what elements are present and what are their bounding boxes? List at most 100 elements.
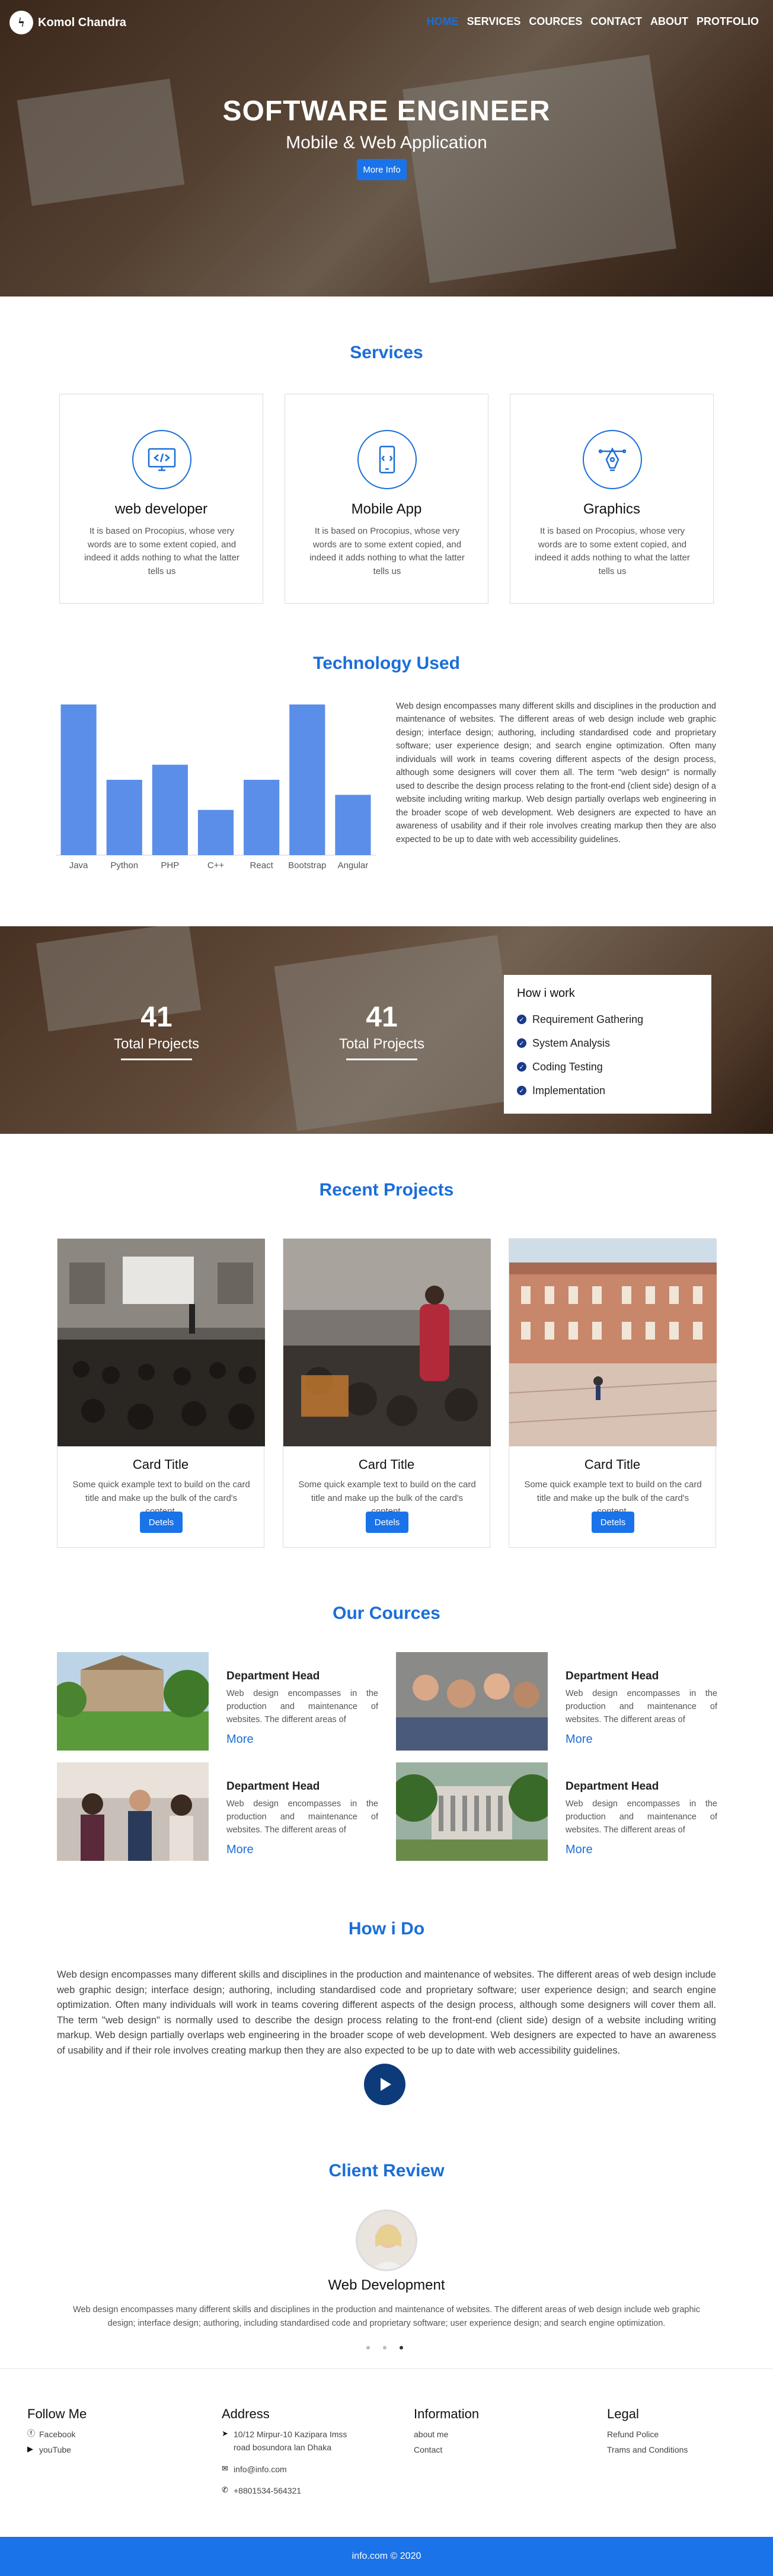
courses-title: Our Cources: [333, 1603, 440, 1623]
service-text: It is based on Procopius, whose very wor…: [309, 526, 465, 576]
contact-link[interactable]: Contact: [414, 2443, 568, 2456]
nav-contact[interactable]: CONTACT: [590, 15, 642, 28]
more-info-button[interactable]: More Info: [357, 159, 407, 180]
reviewer-avatar: [356, 2210, 417, 2271]
how-i-work-card: How i work ✓ Requirement Gathering ✓ Syste…: [504, 975, 711, 1114]
service-title: Graphics: [583, 501, 641, 517]
logo-icon: ϟ: [9, 11, 33, 34]
carousel-dot-active[interactable]: [400, 2346, 403, 2349]
course-title: Department Head: [226, 1670, 320, 1682]
technology-text: Web design encompasses many different sk…: [396, 702, 716, 844]
course-text: Web design encompasses in the production…: [566, 1689, 717, 1724]
nav-portfolio[interactable]: PROTFOLIO: [697, 15, 759, 28]
service-text: It is based on Procopius, whose very wor…: [535, 526, 690, 576]
hero-title: SOFTWARE ENGINEER: [222, 95, 551, 127]
course-title: Department Head: [566, 1780, 659, 1793]
carousel-dot[interactable]: [366, 2346, 370, 2349]
course-title: Department Head: [226, 1780, 320, 1793]
about-me-link[interactable]: about me: [414, 2428, 568, 2441]
chart-bar-bootstrap: [289, 704, 325, 855]
stat-total-projects: 41 Total Projects: [97, 1001, 216, 1060]
technology-bar-chart: Java Python PHP C++ React Bootstrap Angular: [56, 704, 376, 871]
project-image-campus-building: [509, 1239, 717, 1446]
how-i-work-title: How i work: [517, 987, 575, 1000]
nav-services[interactable]: SERVICES: [467, 15, 521, 28]
check-icon: ✓: [517, 1086, 526, 1095]
details-button[interactable]: Detels: [366, 1512, 408, 1533]
brand-name: Komol Chandra: [38, 15, 126, 29]
envelope-icon: ✉: [222, 2463, 228, 2473]
course-item: Department Head Web design encompasses i…: [57, 1652, 386, 1751]
stat-number: 41: [366, 1002, 398, 1033]
email-text: info@info.com: [234, 2464, 287, 2474]
details-button[interactable]: Detels: [140, 1512, 183, 1533]
phone-line[interactable]: ✆ +8801534-564321: [222, 2484, 364, 2497]
chart-tick-label: Java: [69, 860, 88, 871]
mobile-phone-icon: [357, 430, 417, 489]
email-line[interactable]: ✉ info@info.com: [222, 2463, 364, 2476]
phone-icon: ✆: [222, 2485, 228, 2495]
course-more-link[interactable]: More: [226, 1733, 254, 1746]
chart-bar-c: [197, 809, 234, 855]
footer-follow: Follow Me ⓕ Facebook ▶ youTube: [27, 2406, 181, 2459]
stat-number: 41: [140, 1002, 173, 1033]
play-icon: [381, 2078, 391, 2091]
course-image-students: [57, 1762, 209, 1861]
course-image-group-selfie: [396, 1652, 548, 1751]
how-item-label: Requirement Gathering: [532, 1013, 644, 1025]
pen-tool-icon: [583, 430, 642, 489]
nav-cources[interactable]: COURCES: [529, 15, 582, 28]
youtube-icon: ▶: [27, 2444, 33, 2454]
review-text: Web design encompasses many different sk…: [72, 2305, 701, 2329]
stat-underline: [121, 1059, 192, 1060]
service-title: Mobile App: [351, 501, 422, 517]
hero-subtitle: Mobile & Web Application: [286, 133, 487, 152]
chart-bar-python: [106, 780, 142, 855]
check-icon: ✓: [517, 1015, 526, 1024]
projects-title: Recent Projects: [319, 1180, 454, 1200]
youtube-link[interactable]: ▶ youTube: [27, 2443, 181, 2456]
course-more-link[interactable]: More: [566, 1843, 593, 1857]
how-item-label: Implementation: [532, 1084, 606, 1096]
course-more-link[interactable]: More: [226, 1843, 254, 1857]
carousel-dot[interactable]: [383, 2346, 386, 2349]
footer-heading: Address: [222, 2406, 270, 2421]
details-button[interactable]: Detels: [592, 1512, 634, 1533]
stat-total-projects: 41 Total Projects: [322, 1001, 441, 1060]
facebook-link[interactable]: ⓕ Facebook: [27, 2428, 181, 2441]
course-more-link[interactable]: More: [566, 1733, 593, 1746]
how-item: ✓ System Analysis: [517, 1031, 698, 1055]
chart-tick-label: Bootstrap: [288, 860, 326, 871]
course-text: Web design encompasses in the production…: [226, 1799, 378, 1835]
nav-home[interactable]: HOME: [427, 15, 459, 28]
project-image-classroom: [283, 1239, 491, 1446]
how-i-do-title: How i Do: [348, 1919, 425, 1939]
code-monitor-icon: [132, 430, 191, 489]
card-title: Card Title: [132, 1457, 189, 1472]
refund-policy-link[interactable]: Refund Police: [607, 2428, 761, 2441]
how-item: ✓ Requirement Gathering: [517, 1008, 698, 1031]
technology-title: Technology Used: [313, 653, 460, 673]
service-card-mobile: Mobile App It is based on Procopius, who…: [285, 394, 488, 604]
chart-tick-label: PHP: [161, 860, 179, 871]
how-i-do-text: Web design encompasses many different sk…: [57, 1969, 716, 2056]
nav-about[interactable]: ABOUT: [650, 15, 688, 28]
copyright-bar: info.com © 2020: [0, 2537, 773, 2576]
chart-bar-react: [244, 780, 280, 855]
footer-heading: Follow Me: [27, 2406, 87, 2421]
how-item-label: Coding Testing: [532, 1060, 603, 1073]
footer-heading: Legal: [607, 2406, 639, 2421]
project-card: Card Title Some quick example text to bu…: [57, 1238, 265, 1548]
stat-label: Total Projects: [338, 1036, 425, 1052]
footer-heading: Information: [414, 2406, 480, 2421]
course-text: Web design encompasses in the production…: [566, 1799, 717, 1835]
play-video-button[interactable]: [364, 2064, 405, 2105]
facebook-icon: ⓕ: [27, 2429, 36, 2438]
brand-logo[interactable]: ϟ Komol Chandra: [9, 11, 126, 34]
project-image-lecture-hall: [58, 1239, 265, 1446]
footer-information: Information about me Contact: [414, 2406, 568, 2459]
service-title: web developer: [114, 501, 208, 517]
project-card: Card Title Some quick example text to bu…: [509, 1238, 717, 1548]
chart-tick-label: React: [250, 860, 274, 871]
terms-link[interactable]: Trams and Conditions: [607, 2443, 761, 2456]
